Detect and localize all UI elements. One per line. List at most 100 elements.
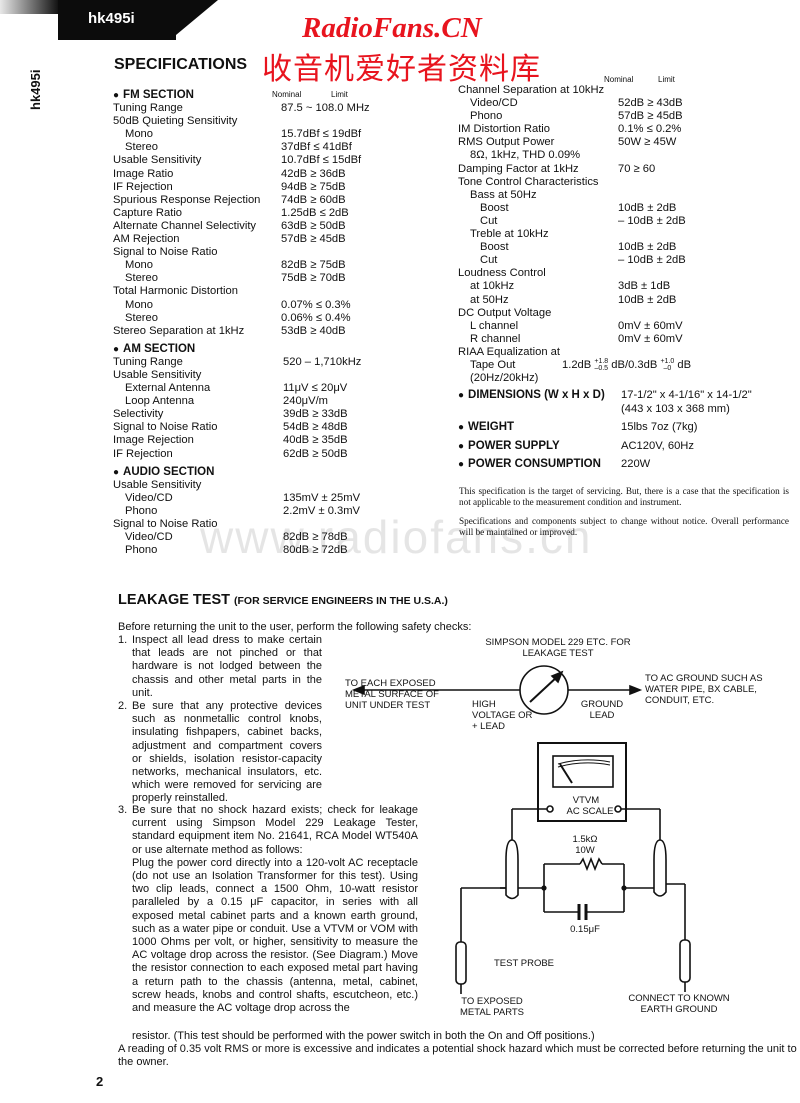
riaa-value: 1.2dB +1.8 –0.5 dB/0.3dB +1.0 –0 dB <box>562 358 691 372</box>
spec-label: IF Rejection <box>113 447 173 460</box>
am-section-rows: Tuning Range 520 – 1,710kHz Usable Sensiti… <box>113 356 373 461</box>
spec-row: Usable Sensitivity <box>113 369 373 382</box>
spec-row: Alternate Channel Selectivity 63dB ≥ 50dB <box>113 220 373 233</box>
spec-row: Spurious Response Rejection 74dB ≥ 60dB <box>113 194 373 207</box>
spec-value: 520 – 1,710kHz <box>283 355 362 368</box>
general-spec-value: 15lbs 7oz (7kg) <box>621 421 698 434</box>
spec-label: External Antenna <box>125 382 211 395</box>
spec-value: 1.25dB ≤ 2dB <box>281 206 349 219</box>
spec-row: Phono 80dB ≥ 72dB <box>113 544 373 557</box>
spec-value: 15.7dBf ≤ 19dBf <box>281 128 362 141</box>
spec-row: Video/CD 52dB ≥ 43dB <box>458 97 788 110</box>
spec-label: Image Ratio <box>113 167 174 180</box>
spec-label: Stereo <box>125 272 158 285</box>
test-probe-label: TEST PROBE <box>494 958 555 969</box>
spec-value: 80dB ≥ 72dB <box>283 544 348 557</box>
spec-value: 52dB ≥ 43dB <box>618 97 683 110</box>
spec-label: Signal to Noise Ratio <box>113 421 218 434</box>
page-title: SPECIFICATIONS <box>114 56 248 73</box>
spec-row: Tone Control Characteristics <box>458 176 788 189</box>
spec-value: 240μV/m <box>283 395 329 408</box>
spec-label: Video/CD <box>125 491 173 504</box>
spec-label: Usable Sensitivity <box>113 154 202 167</box>
riaa-v2-minus: –0 <box>663 364 672 372</box>
riaa-v2-tolerance: +1.0 –0 <box>660 358 674 372</box>
spec-row: RMS Output Power 50W ≥ 45W <box>458 136 788 149</box>
item-1-text: Inspect all lead dress to make certain t… <box>132 634 322 699</box>
spec-label: Stereo Separation at 1kHz <box>113 324 245 337</box>
spec-value: 75dB ≥ 70dB <box>281 272 346 285</box>
riaa-v2-plus: +1.0 <box>660 357 675 365</box>
spec-value: – 10dB ± 2dB <box>618 214 686 227</box>
spec-label: 50dB Quieting Sensitivity <box>113 115 238 128</box>
leakage-method-tail: resistor. (This test should be performed… <box>132 1030 595 1042</box>
spec-label: Phono <box>470 110 503 123</box>
audio-continued-rows: Channel Separation at 10kHz Video/CD 52dB … <box>458 84 788 359</box>
spec-label: Alternate Channel Selectivity <box>113 219 257 232</box>
spec-row: Signal to Noise Ratio 54dB ≥ 48dB <box>113 421 373 434</box>
spec-label: Stereo <box>125 311 158 324</box>
spec-row: Phono 2.2mV ± 0.3mV <box>113 505 373 518</box>
spec-row: Tuning Range 87.5 ~ 108.0 MHz <box>113 102 373 115</box>
leakage-title-main: LEAKAGE TEST <box>118 592 230 608</box>
spec-label: Cut <box>480 254 498 267</box>
high-lead-label: HIGH VOLTAGE OR + LEAD <box>472 699 533 732</box>
riaa-unit: dB <box>677 358 692 371</box>
riaa-v1-tolerance: +1.8 –0.5 <box>594 358 608 372</box>
general-spec-value: AC120V, 60Hz <box>621 439 694 452</box>
note-change: Specifications and components subject to… <box>459 516 789 537</box>
probe-clip-left <box>505 839 519 900</box>
riaa-sublabel: (20Hz/20kHz) <box>470 372 539 385</box>
spec-label: Tuning Range <box>113 102 183 115</box>
spec-label: Phono <box>125 544 158 557</box>
spec-label: Usable Sensitivity <box>113 478 202 491</box>
spec-row: Image Rejection 40dB ≥ 35dB <box>113 434 373 447</box>
spec-row: Treble at 10kHz <box>458 228 788 241</box>
general-spec-label: POWER SUPPLY <box>458 440 560 453</box>
riaa-v1: 1.2dB <box>562 358 592 371</box>
watermark-chinese: 收音机爱好者资料库 <box>262 53 541 86</box>
spec-value: 57dB ≥ 45dB <box>281 233 346 246</box>
spec-label: Selectivity <box>113 408 164 421</box>
spec-row: Channel Separation at 10kHz <box>458 84 788 97</box>
spec-row: Cut – 10dB ± 2dB <box>458 215 788 228</box>
spec-row: Boost 10dB ± 2dB <box>458 202 788 215</box>
general-spec-value: 17-1/2" x 4-1/16" x 14-1/2" <box>621 389 752 402</box>
riaa-sub-row: (20Hz/20kHz) <box>458 372 788 385</box>
spec-label: Video/CD <box>125 531 173 544</box>
general-spec-row: WEIGHT 15lbs 7oz (7kg) <box>458 421 788 440</box>
spec-value: 94dB ≥ 75dB <box>281 180 346 193</box>
spec-row: Usable Sensitivity <box>113 479 373 492</box>
spec-label: 8Ω, 1kHz, THD 0.09% <box>470 149 581 162</box>
spec-row: Stereo Separation at 1kHz 53dB ≥ 40dB <box>113 325 373 338</box>
spec-label: Tuning Range <box>113 355 183 368</box>
resistor-watt: 10W <box>575 845 595 856</box>
general-spec-label: DIMENSIONS (W x H x D) <box>458 389 605 402</box>
spec-value: 10dB ± 2dB <box>618 201 677 214</box>
riaa-row: Tape Out 1.2dB +1.8 –0.5 dB/0.3dB +1.0 –0 … <box>458 358 788 372</box>
spec-label: Treble at 10kHz <box>470 228 549 241</box>
spec-row: External Antenna 11μV ≤ 20μV <box>113 382 373 395</box>
spec-value: 54dB ≥ 48dB <box>283 421 348 434</box>
ac-scale-label: AC SCALE <box>566 806 614 817</box>
watermark-title: RadioFans.CN <box>302 12 482 44</box>
spec-label: Phono <box>125 504 158 517</box>
spec-row: R channel 0mV ± 60mV <box>458 333 788 346</box>
spec-row: Phono 57dB ≥ 45dB <box>458 110 788 123</box>
spec-row: AM Rejection 57dB ≥ 45dB <box>113 233 373 246</box>
spec-value: 0.1% ≤ 0.2% <box>618 123 682 136</box>
capacitor-value: 0.15μF <box>570 924 600 935</box>
vtvm-terminal-left <box>546 805 554 813</box>
limit-header-right: Limit <box>658 75 675 84</box>
spec-label: R channel <box>470 332 521 345</box>
am-section-title: AM SECTION <box>113 343 373 356</box>
spec-value: 62dB ≥ 50dB <box>283 447 348 460</box>
spec-row: Video/CD 82dB ≥ 78dB <box>113 531 373 544</box>
spec-row: Stereo 37dBf ≤ 41dBf <box>113 141 373 154</box>
spec-value: 87.5 ~ 108.0 MHz <box>281 102 370 115</box>
spec-row: Damping Factor at 1kHz 70 ≥ 60 <box>458 163 788 176</box>
spec-label: Channel Separation at 10kHz <box>458 84 605 96</box>
spec-label: Signal to Noise Ratio <box>113 246 218 259</box>
spec-label: Signal to Noise Ratio <box>113 518 218 530</box>
spec-label: L channel <box>470 319 519 332</box>
